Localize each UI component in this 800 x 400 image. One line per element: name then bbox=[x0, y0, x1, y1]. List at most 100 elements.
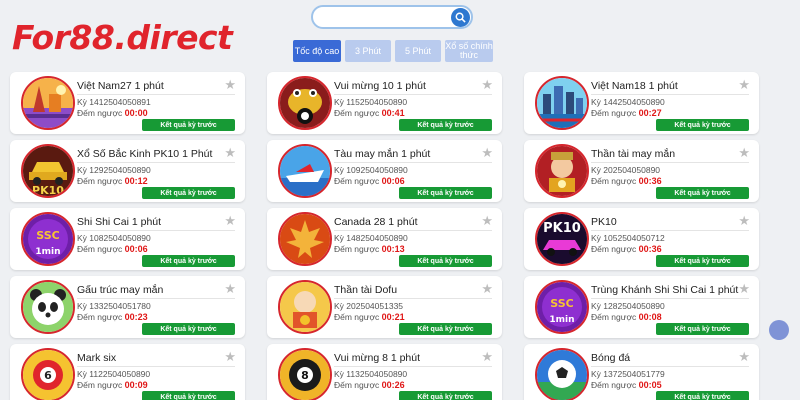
game-title[interactable]: Mark six bbox=[77, 352, 116, 364]
favorite-star-icon[interactable]: ★ bbox=[738, 78, 750, 91]
previous-result-button[interactable]: Kết quả kỳ trước bbox=[142, 323, 235, 335]
favorite-star-icon[interactable]: ★ bbox=[738, 350, 750, 363]
game-card-12[interactable]: SSC 1min Trùng Khánh Shi Shi Cai 1 phút ★ Kỳ… bbox=[524, 276, 759, 338]
game-card-13[interactable]: 6 Mark six ★ Kỳ 1122504050890 Đếm ngược 00:0… bbox=[10, 344, 245, 400]
game-title[interactable]: Việt Nam27 1 phút bbox=[77, 80, 164, 92]
game-title[interactable]: Thần tài Dofu bbox=[334, 284, 397, 296]
divider bbox=[77, 230, 235, 231]
previous-result-button[interactable]: Kết quả kỳ trước bbox=[656, 119, 749, 131]
svg-text:PK10: PK10 bbox=[32, 184, 64, 196]
game-card-7[interactable]: SSC 1min Shi Shi Cai 1 phút ★ Kỳ 10825040508… bbox=[10, 208, 245, 270]
favorite-star-icon[interactable]: ★ bbox=[224, 282, 236, 295]
game-card-5[interactable]: Tàu may mắn 1 phút ★ Kỳ 1092504050890 Đếm n… bbox=[267, 140, 502, 202]
previous-result-button[interactable]: Kết quả kỳ trước bbox=[399, 255, 492, 267]
game-card-2[interactable]: Vui mừng 10 1 phút ★ Kỳ 1152504050890 Đếm n… bbox=[267, 72, 502, 134]
speedboat-icon[interactable] bbox=[278, 144, 332, 198]
tab-3-phut[interactable]: 3 Phút bbox=[345, 40, 391, 62]
period-label: Kỳ bbox=[591, 233, 601, 243]
favorite-star-icon[interactable]: ★ bbox=[481, 350, 493, 363]
previous-result-button[interactable]: Kết quả kỳ trước bbox=[399, 119, 492, 131]
countdown-line: Đếm ngược 00:05 bbox=[591, 380, 662, 390]
soccer-ball-icon[interactable] bbox=[535, 348, 589, 400]
search-input[interactable] bbox=[321, 7, 451, 27]
previous-result-button[interactable]: Kết quả kỳ trước bbox=[656, 391, 749, 400]
game-title[interactable]: Gấu trúc may mắn bbox=[77, 284, 163, 296]
tab-xo-so-chinh-thuc[interactable]: Xổ số chính thức bbox=[445, 40, 493, 62]
game-card-8[interactable]: Canada 28 1 phút ★ Kỳ 1482504050890 Đếm ngư… bbox=[267, 208, 502, 270]
previous-result-button[interactable]: Kết quả kỳ trước bbox=[656, 255, 749, 267]
period-number: 1122504050890 bbox=[89, 369, 151, 379]
search-button[interactable] bbox=[451, 8, 470, 27]
favorite-star-icon[interactable]: ★ bbox=[738, 282, 750, 295]
countdown-label: Đếm ngược bbox=[77, 108, 123, 118]
panda-icon[interactable] bbox=[21, 280, 75, 334]
shishicai-1min-icon[interactable]: SSC 1min bbox=[535, 280, 589, 334]
maple-leaf-icon[interactable] bbox=[278, 212, 332, 266]
favorite-star-icon[interactable]: ★ bbox=[224, 350, 236, 363]
favorite-star-icon[interactable]: ★ bbox=[481, 146, 493, 159]
game-card-9[interactable]: PK10 PK10 ★ Kỳ 1052504050712 Đếm ngược 00:36… bbox=[524, 208, 759, 270]
game-title[interactable]: Tàu may mắn 1 phút bbox=[334, 148, 430, 160]
favorite-star-icon[interactable]: ★ bbox=[481, 282, 493, 295]
game-title[interactable]: Shi Shi Cai 1 phút bbox=[77, 216, 161, 228]
game-card-15[interactable]: Bóng đá ★ Kỳ 1372504051779 Đếm ngược 00:05 K… bbox=[524, 344, 759, 400]
floating-support-icon[interactable] bbox=[769, 320, 789, 340]
vietnam-landmark-icon[interactable] bbox=[21, 76, 75, 130]
favorite-star-icon[interactable]: ★ bbox=[738, 214, 750, 227]
tab-5-phut[interactable]: 5 Phút bbox=[395, 40, 441, 62]
pk10-car-icon[interactable]: PK10 bbox=[21, 144, 75, 198]
period-line: Kỳ 202504051335 bbox=[334, 301, 403, 311]
game-title[interactable]: Việt Nam18 1 phút bbox=[591, 80, 678, 92]
game-card-10[interactable]: Gấu trúc may mắn ★ Kỳ 1332504051780 Đếm ngư… bbox=[10, 276, 245, 338]
previous-result-button[interactable]: Kết quả kỳ trước bbox=[656, 187, 749, 199]
divider bbox=[77, 94, 235, 95]
vietnam-city-icon[interactable] bbox=[535, 76, 589, 130]
game-title[interactable]: Vui mừng 8 1 phút bbox=[334, 352, 420, 364]
countdown-label: Đếm ngược bbox=[334, 244, 380, 254]
previous-result-button[interactable]: Kết quả kỳ trước bbox=[399, 391, 492, 400]
countdown-line: Đếm ngược 00:09 bbox=[77, 380, 148, 390]
period-line: Kỳ 1442504050890 bbox=[591, 97, 665, 107]
favorite-star-icon[interactable]: ★ bbox=[738, 146, 750, 159]
favorite-star-icon[interactable]: ★ bbox=[224, 78, 236, 91]
previous-result-button[interactable]: Kết quả kỳ trước bbox=[142, 255, 235, 267]
pk10-pink-car-icon[interactable]: PK10 bbox=[535, 212, 589, 266]
game-title[interactable]: Xổ Số Bắc Kinh PK10 1 Phút bbox=[77, 148, 212, 160]
favorite-star-icon[interactable]: ★ bbox=[224, 214, 236, 227]
game-title[interactable]: Vui mừng 10 1 phút bbox=[334, 80, 426, 92]
previous-result-button[interactable]: Kết quả kỳ trước bbox=[399, 323, 492, 335]
game-title[interactable]: Canada 28 1 phút bbox=[334, 216, 418, 228]
favorite-star-icon[interactable]: ★ bbox=[224, 146, 236, 159]
wealth-god-icon[interactable] bbox=[535, 144, 589, 198]
game-card-4[interactable]: PK10 Xổ Số Bắc Kinh PK10 1 Phút ★ Kỳ 129250… bbox=[10, 140, 245, 202]
game-card-11[interactable]: Thần tài Dofu ★ Kỳ 202504051335 Đếm ngược 0… bbox=[267, 276, 502, 338]
shishicai-1min-icon[interactable]: SSC 1min bbox=[21, 212, 75, 266]
game-title[interactable]: PK10 bbox=[591, 216, 617, 228]
golden-frog-ball-icon[interactable] bbox=[278, 76, 332, 130]
countdown-value: 00:08 bbox=[638, 312, 662, 322]
countdown-value: 00:41 bbox=[381, 108, 405, 118]
game-card-14[interactable]: 8 Vui mừng 8 1 phút ★ Kỳ 1132504050890 Đếm n… bbox=[267, 344, 502, 400]
previous-result-button[interactable]: Kết quả kỳ trước bbox=[142, 119, 235, 131]
divider bbox=[334, 230, 492, 231]
game-title[interactable]: Thần tài may mắn bbox=[591, 148, 675, 160]
favorite-star-icon[interactable]: ★ bbox=[481, 78, 493, 91]
game-title[interactable]: Bóng đá bbox=[591, 352, 630, 364]
brand-logo[interactable]: For88.direct bbox=[12, 18, 233, 57]
ball-8-icon[interactable]: 8 bbox=[278, 348, 332, 400]
countdown-label: Đếm ngược bbox=[77, 244, 123, 254]
previous-result-button[interactable]: Kết quả kỳ trước bbox=[142, 391, 235, 400]
game-card-3[interactable]: Việt Nam18 1 phút ★ Kỳ 1442504050890 Đếm ng… bbox=[524, 72, 759, 134]
previous-result-button[interactable]: Kết quả kỳ trước bbox=[399, 187, 492, 199]
favorite-star-icon[interactable]: ★ bbox=[481, 214, 493, 227]
game-card-6[interactable]: Thần tài may mắn ★ Kỳ 202504050890 Đếm ngượ… bbox=[524, 140, 759, 202]
lottery-ball-6-icon[interactable]: 6 bbox=[21, 348, 75, 400]
tab-toc-do-cao[interactable]: Tốc độ cao bbox=[293, 40, 341, 62]
countdown-value: 00:13 bbox=[381, 244, 405, 254]
game-card-1[interactable]: Việt Nam27 1 phút ★ Kỳ 1412504050891 Đếm ng… bbox=[10, 72, 245, 134]
dofu-god-icon[interactable] bbox=[278, 280, 332, 334]
countdown-label: Đếm ngược bbox=[591, 176, 637, 186]
previous-result-button[interactable]: Kết quả kỳ trước bbox=[656, 323, 749, 335]
previous-result-button[interactable]: Kết quả kỳ trước bbox=[142, 187, 235, 199]
game-title[interactable]: Trùng Khánh Shi Shi Cai 1 phút bbox=[591, 284, 738, 296]
